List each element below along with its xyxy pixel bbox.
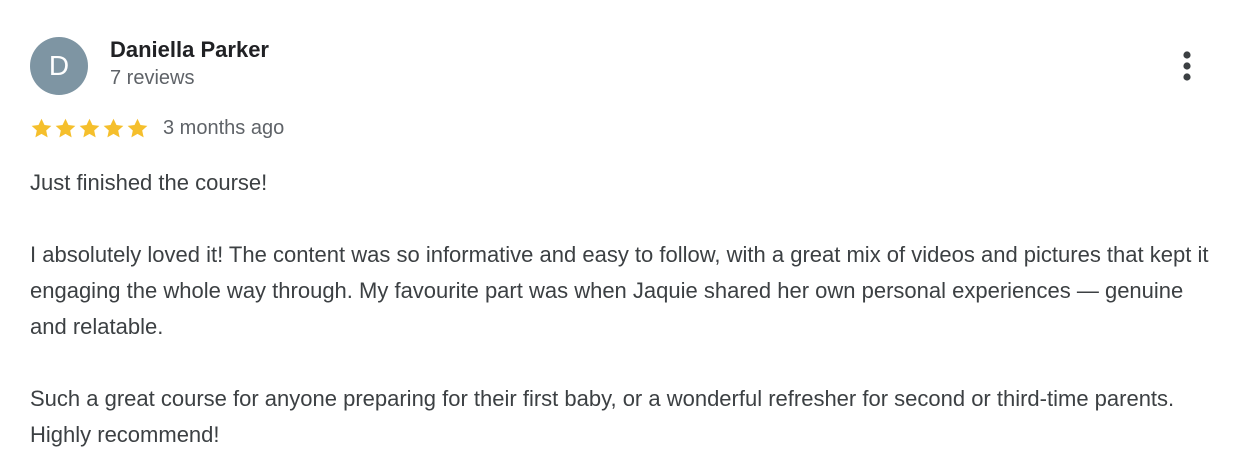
review-paragraph: Such a great course for anyone preparing… [30,386,1175,447]
review-date: 3 months ago [163,116,285,139]
more-options-button[interactable] [1172,46,1202,86]
author-review-count: 7 reviews [110,67,195,89]
review-paragraph: Just finished the course! [30,170,268,195]
review-paragraph: I absolutely loved it! The content was s… [30,242,1209,339]
review-card: D Daniella Parker 7 reviews 3 months ago… [0,0,1248,472]
author-name[interactable]: Daniella Parker [110,37,269,63]
more-vert-icon [1183,51,1191,81]
avatar[interactable]: D [30,37,88,95]
star-icon [79,118,100,137]
star-rating [30,117,149,140]
review-text: Just finished the course! I absolutely lo… [30,165,1225,453]
star-icon [103,118,124,137]
rating-row: 3 months ago [30,114,284,142]
star-icon [55,118,76,137]
star-icon [31,118,52,137]
avatar-letter: D [48,50,70,81]
star-icon [127,118,148,137]
